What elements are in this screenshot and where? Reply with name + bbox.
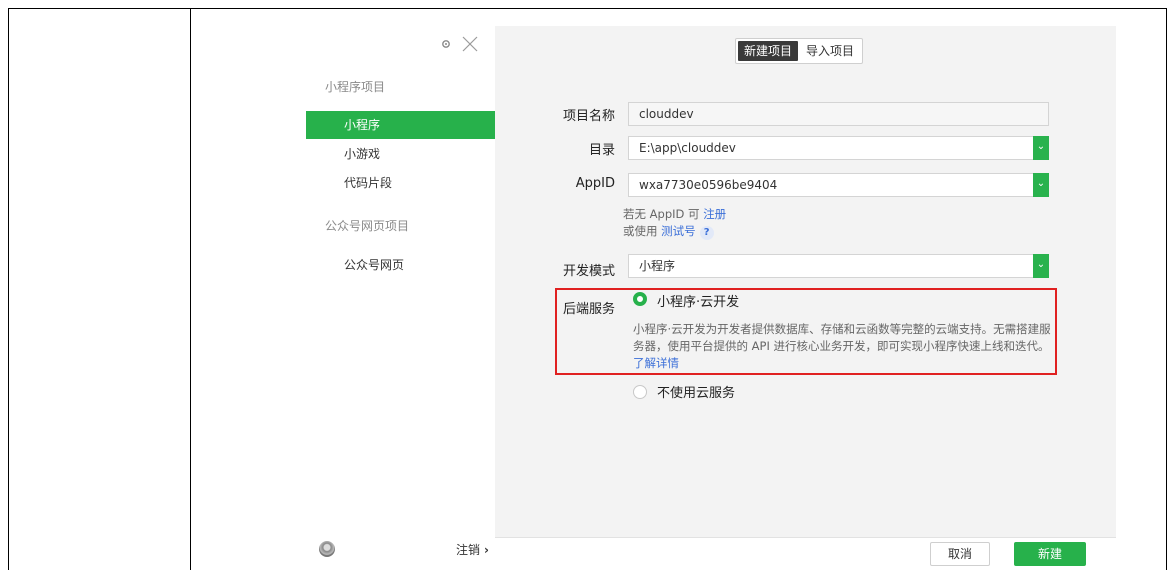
register-hint-text: 若无 AppID 可: [623, 207, 704, 221]
frame-left-border: [8, 8, 9, 570]
chevron-down-icon[interactable]: ⌄: [1033, 173, 1049, 197]
dialog-footer: 取消 新建: [495, 537, 1116, 570]
create-button[interactable]: 新建: [1014, 542, 1086, 566]
frame-column-border: [190, 8, 191, 570]
project-name-label: 项目名称: [562, 109, 615, 124]
logout-label: 注销: [456, 542, 481, 557]
project-name-value: clouddev: [639, 107, 694, 121]
gear-icon[interactable]: [440, 38, 452, 50]
appid-input[interactable]: wxa7730e0596be9404 ⌄: [628, 173, 1049, 197]
appid-value: wxa7730e0596be9404: [639, 178, 778, 192]
cancel-button[interactable]: 取消: [930, 542, 990, 566]
section-heading-miniprogram: 小程序项目: [325, 80, 386, 94]
directory-select[interactable]: E:\app\clouddev ⌄: [628, 136, 1049, 160]
cloud-dev-description-text: 小程序·云开发为开发者提供数据库、存储和云函数等完整的云端支持。无需搭建服务器，…: [633, 322, 1051, 353]
appid-label: AppID: [575, 176, 615, 191]
sidebar-item-code-snippet[interactable]: 代码片段: [306, 169, 495, 197]
chevron-right-icon: ›: [484, 542, 489, 557]
project-type-sidebar: 小程序项目 小程序 小游戏 代码片段 公众号网页项目 公众号网页 注销 ›: [300, 26, 495, 570]
test-account-link[interactable]: 测试号: [661, 224, 696, 238]
logout-link[interactable]: 注销 ›: [456, 541, 489, 558]
project-name-input[interactable]: clouddev: [628, 102, 1049, 126]
radio-no-cloud[interactable]: [633, 385, 647, 399]
dev-mode-value: 小程序: [639, 259, 676, 273]
section-heading-official-account: 公众号网页项目: [325, 219, 410, 233]
chevron-down-icon[interactable]: ⌄: [1033, 254, 1049, 278]
register-link[interactable]: 注册: [703, 207, 726, 221]
sidebar-item-minigame[interactable]: 小游戏: [306, 140, 495, 168]
option-no-cloud-title[interactable]: 不使用云服务: [657, 382, 735, 401]
test-hint-text: 或使用: [623, 224, 662, 238]
sidebar-item-official-webpage[interactable]: 公众号网页: [306, 251, 495, 279]
option-cloud-dev-title[interactable]: 小程序·云开发: [657, 291, 739, 310]
cloud-dev-description: 小程序·云开发为开发者提供数据库、存储和云函数等完整的云端支持。无需搭建服务器，…: [633, 321, 1053, 372]
frame-top-border: [8, 8, 1167, 9]
learn-more-link[interactable]: 了解详情: [633, 356, 679, 370]
avatar[interactable]: [319, 541, 335, 557]
chevron-down-icon[interactable]: ⌄: [1033, 136, 1049, 160]
backend-service-label: 后端服务: [562, 302, 615, 317]
tab-import-project[interactable]: 导入项目: [800, 41, 860, 61]
directory-value: E:\app\clouddev: [639, 141, 736, 155]
dev-mode-label: 开发模式: [562, 264, 615, 279]
tab-new-project[interactable]: 新建项目: [738, 41, 799, 61]
frame-right-border: [1166, 8, 1167, 570]
close-icon[interactable]: [460, 34, 480, 54]
user-row: 注销 ›: [319, 540, 489, 558]
project-mode-tabs: 新建项目 导入项目: [735, 38, 864, 64]
sidebar-item-miniprogram[interactable]: 小程序: [306, 111, 495, 139]
dev-mode-select[interactable]: 小程序 ⌄: [628, 254, 1049, 278]
radio-cloud-dev[interactable]: [633, 292, 647, 306]
appid-test-hint: 或使用 测试号?: [623, 223, 714, 240]
help-icon[interactable]: ?: [699, 226, 714, 240]
appid-register-hint: 若无 AppID 可 注册: [623, 206, 726, 222]
new-project-panel: 新建项目 导入项目 项目名称 clouddev 目录 E:\app\cloudd…: [495, 26, 1116, 570]
directory-label: 目录: [588, 143, 615, 158]
window-controls: [440, 34, 480, 54]
